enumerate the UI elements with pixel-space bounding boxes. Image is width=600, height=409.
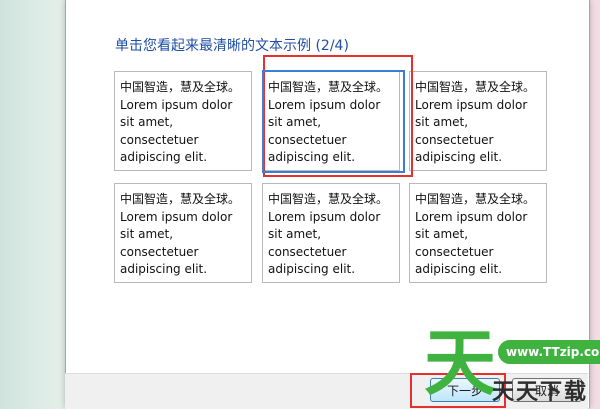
cancel-button[interactable]: 取消 (512, 378, 582, 402)
sample-line: adipiscing elit. (268, 150, 356, 164)
text-sample-6[interactable]: 中国智造，慧及全球。 Lorem ipsum dolor sit amet, c… (409, 183, 547, 283)
sample-line: Lorem ipsum dolor (415, 97, 528, 112)
sample-line: adipiscing elit. (268, 262, 356, 276)
sample-line: 中国智造，慧及全球。 (268, 80, 389, 94)
text-sample-3[interactable]: 中国智造，慧及全球。 Lorem ipsum dolor sit amet, c… (409, 71, 547, 171)
sample-line: adipiscing elit. (120, 150, 208, 164)
sample-line: 中国智造，慧及全球。 (120, 80, 241, 94)
sample-line: Lorem ipsum dolor (415, 209, 528, 224)
page-title: 单击您看起来最清晰的文本示例 (2/4) (115, 38, 349, 54)
dialog-footer (65, 373, 588, 409)
sample-line: consectetuer (268, 132, 347, 147)
sample-line: 中国智造，慧及全球。 (415, 80, 536, 94)
sample-line: Lorem ipsum dolor (120, 209, 233, 224)
sample-line: consectetuer (120, 132, 199, 147)
sample-line: adipiscing elit. (120, 262, 208, 276)
sample-line: Lorem ipsum dolor (268, 209, 381, 224)
sample-line: adipiscing elit. (415, 262, 503, 276)
sample-line: Lorem ipsum dolor (268, 97, 381, 112)
next-button[interactable]: 下一步 (430, 378, 500, 402)
sample-line: sit amet, (268, 115, 322, 129)
sample-line: 中国智造，慧及全球。 (120, 192, 241, 206)
sample-line: sit amet, (415, 227, 469, 241)
sample-line: 中国智造，慧及全球。 (268, 192, 389, 206)
sample-line: consectetuer (415, 244, 494, 259)
sample-line: sit amet, (120, 227, 174, 241)
sample-line: sit amet, (268, 227, 322, 241)
text-sample-1[interactable]: 中国智造，慧及全球。 Lorem ipsum dolor sit amet, c… (114, 71, 252, 171)
text-sample-5[interactable]: 中国智造，慧及全球。 Lorem ipsum dolor sit amet, c… (262, 183, 400, 283)
text-sample-4[interactable]: 中国智造，慧及全球。 Lorem ipsum dolor sit amet, c… (114, 183, 252, 283)
sample-line: sit amet, (120, 115, 174, 129)
sample-line: Lorem ipsum dolor (120, 97, 233, 112)
sample-line: consectetuer (268, 244, 347, 259)
sample-line: consectetuer (120, 244, 199, 259)
sample-line: adipiscing elit. (415, 150, 503, 164)
sample-line: sit amet, (415, 115, 469, 129)
sample-line: consectetuer (415, 132, 494, 147)
sample-line: 中国智造，慧及全球。 (415, 192, 536, 206)
text-sample-2[interactable]: 中国智造，慧及全球。 Lorem ipsum dolor sit amet, c… (262, 71, 400, 171)
